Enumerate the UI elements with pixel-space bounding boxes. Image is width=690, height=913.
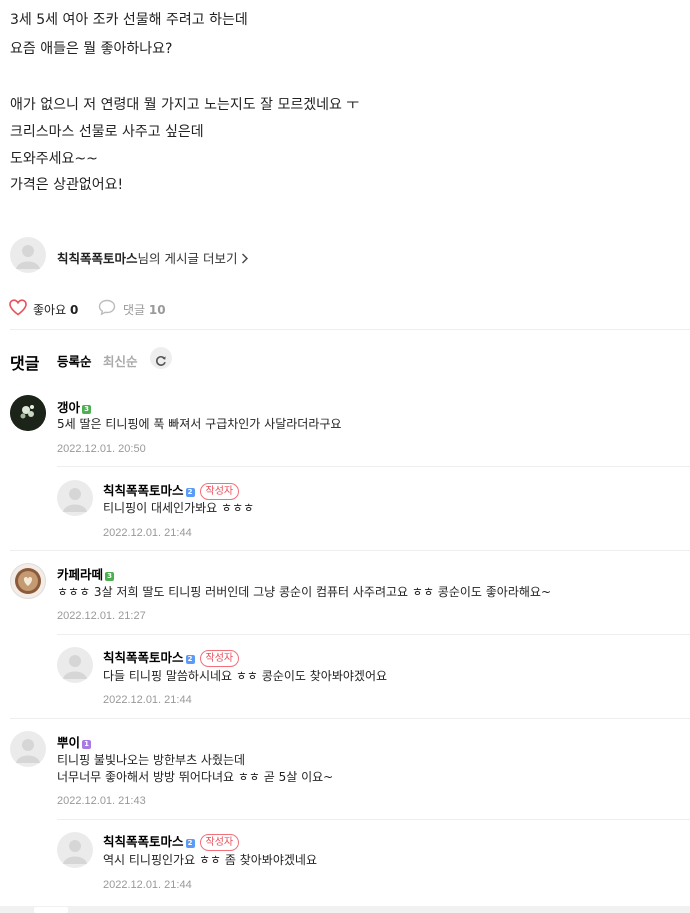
comment-text: 너무너무 좋아해서 방방 뛰어다녀요 ㅎㅎ 곧 5살 이요~ [57, 770, 334, 784]
comment-date: 2022.12.01. 21:44 [103, 694, 192, 706]
commenter-nickname[interactable]: 칙칙폭폭토마스 [103, 650, 184, 665]
post-line: 3세 5세 여아 조카 선물해 주려고 하는데 [10, 12, 248, 28]
comment-date: 2022.12.01. 21:44 [103, 527, 192, 539]
commenter-nickname[interactable]: 칙칙폭폭토마스 [103, 483, 184, 498]
like-count: 0 [69, 303, 79, 317]
member-grade-badge: 2 [185, 655, 195, 664]
post-line: 도와주세요~~ [10, 151, 98, 167]
like-label: 좋아요 [33, 303, 67, 317]
post-line: 요즘 애들은 뭘 좋아하나요? [10, 41, 173, 57]
comment-date: 2022.12.01. 21:43 [57, 795, 146, 807]
comment-text: 5세 딸은 티니핑에 푹 빠져서 구급차인가 사달라더라구요 [57, 417, 342, 431]
comment-text: 티니핑 불빛나오는 방한부츠 사줬는데 [57, 753, 246, 767]
commenter-avatar [57, 832, 93, 868]
author-badge: 작성자 [199, 650, 240, 667]
author-link-suffix: 님의 게시글 더보기 [137, 251, 238, 266]
commenter-avatar [10, 563, 46, 599]
post-line: 크리스마스 선물로 사주고 싶은데 [10, 124, 204, 140]
refresh-icon [155, 352, 167, 371]
scrollbar-thumb[interactable] [34, 907, 68, 913]
commenter-nickname[interactable]: 뿌이 [57, 735, 80, 750]
divider [10, 329, 690, 330]
commenter-nickname[interactable]: 갱아 [57, 400, 80, 415]
comment-date: 2022.12.01. 21:27 [57, 610, 146, 622]
author-badge: 작성자 [199, 483, 240, 500]
member-grade-badge: 3 [105, 572, 115, 581]
divider [57, 466, 690, 467]
comment-text: ㅎㅎㅎ 3살 저희 딸도 티니핑 러버인데 그냥 콩순이 컴퓨터 사주려고요 ㅎ… [57, 585, 552, 599]
divider [57, 819, 690, 820]
member-grade-badge: 2 [185, 839, 195, 848]
speech-bubble-icon [98, 299, 116, 320]
post-line: 가격은 상관없어요! [10, 177, 124, 193]
author-badge: 작성자 [199, 834, 240, 851]
comment-date: 2022.12.01. 20:50 [57, 443, 146, 455]
comment-date: 2022.12.01. 21:44 [103, 879, 192, 891]
commenter-avatar [57, 480, 93, 516]
comment-label: 댓글 [123, 303, 146, 317]
divider [57, 634, 690, 635]
divider [10, 718, 690, 719]
commenter-avatar [10, 395, 46, 431]
like-button[interactable]: 좋아요 0 [9, 299, 99, 317]
member-grade-badge: 1 [82, 740, 92, 749]
comment-text: 티니핑이 대세인가봐요 ㅎㅎㅎ [103, 501, 255, 515]
comment-count: 10 [148, 303, 166, 317]
commenter-nickname[interactable]: 카페라떼 [57, 567, 103, 582]
divider [10, 550, 690, 551]
horizontal-scrollbar[interactable] [0, 906, 690, 913]
sort-latest-tab[interactable]: 최신순 [103, 351, 138, 370]
comment-text: 역시 티니핑인가요 ㅎㅎ 좀 찾아봐야겠네요 [103, 853, 317, 867]
author-nickname: 칙칙폭폭토마스 [57, 251, 138, 266]
author-more-posts-link[interactable]: 칙칙폭폭토마스님의 게시글 더보기 [10, 237, 310, 273]
commenter-avatar [57, 647, 93, 683]
comments-title: 댓글 [10, 354, 40, 373]
refresh-button[interactable] [150, 347, 172, 369]
commenter-nickname[interactable]: 칙칙폭폭토마스 [103, 834, 184, 849]
member-grade-badge: 2 [185, 488, 195, 497]
comment-text: 다들 티니핑 말씀하시네요 ㅎㅎ 콩순이도 찾아봐야겠어요 [103, 669, 388, 683]
post-line: 애가 없으니 저 연령대 뭘 가지고 노는지도 잘 모르겠네요 ㅜ [10, 97, 360, 113]
sort-registered-tab[interactable]: 등록순 [57, 351, 92, 370]
member-grade-badge: 3 [82, 405, 92, 414]
author-avatar [10, 237, 46, 273]
comment-count-button[interactable]: 댓글 10 [98, 299, 178, 317]
heart-icon [9, 299, 27, 320]
chevron-right-icon [241, 252, 249, 267]
commenter-avatar [10, 731, 46, 767]
